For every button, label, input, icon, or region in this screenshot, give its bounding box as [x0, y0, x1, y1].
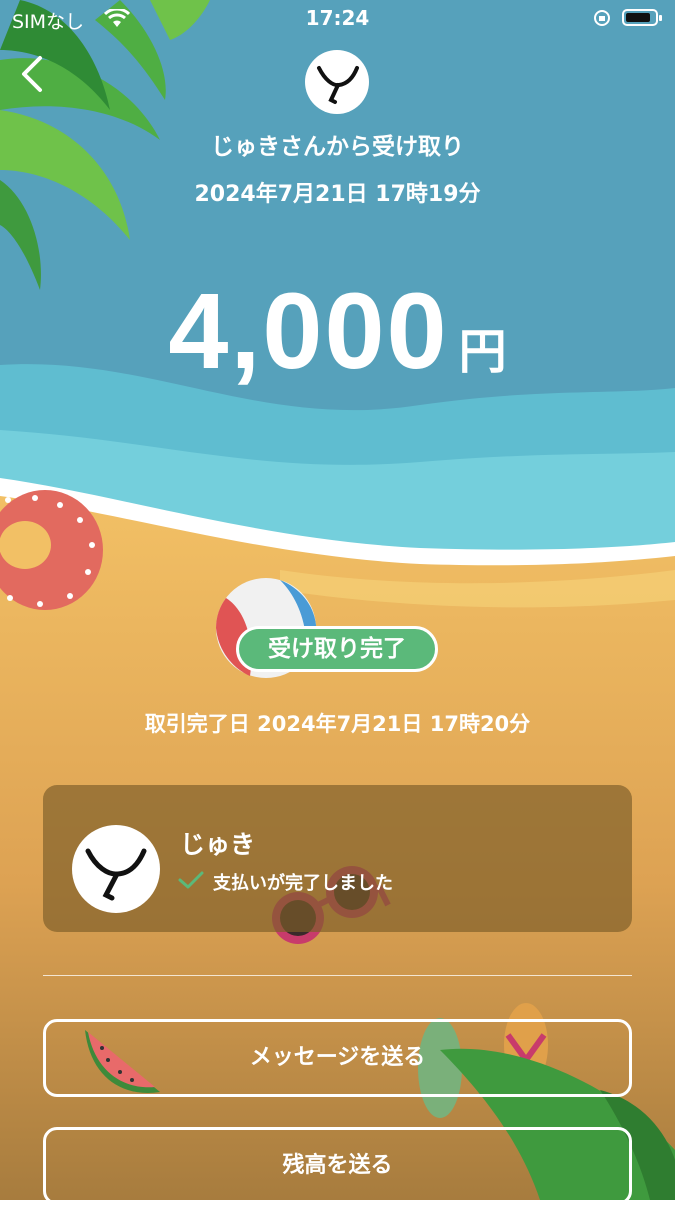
amount-display: 4,000 円 [0, 268, 675, 393]
payment-status-text: 支払いが完了しました [213, 873, 393, 894]
checkmark-icon [177, 869, 205, 895]
back-button[interactable] [14, 52, 54, 96]
currency-label: 円 [458, 324, 507, 380]
status-badge: 受け取り完了 [236, 626, 438, 672]
avatar [72, 825, 160, 913]
sender-avatar [305, 50, 369, 114]
orientation-lock-icon [592, 8, 612, 32]
user-avatar-icon [317, 66, 359, 104]
amount-value: 4,000 [168, 270, 449, 391]
chevron-left-icon [22, 56, 42, 92]
transaction-datetime: 2024年7月21日 17時19分 [194, 182, 481, 207]
user-name: じゅき [180, 830, 256, 859]
divider [43, 975, 632, 976]
send-message-button[interactable]: メッセージを送る [43, 1019, 632, 1097]
user-avatar-icon [85, 848, 147, 901]
page-title: じゅきさんから受け取り [211, 134, 464, 160]
battery-icon [622, 9, 662, 26]
completed-date: 取引完了日 2024年7月21日 17時20分 [144, 712, 531, 736]
send-balance-button[interactable]: 残高を送る [43, 1127, 632, 1205]
clock: 17:24 [305, 6, 370, 30]
status-bar: SIMなし 17:24 [0, 0, 675, 38]
user-card[interactable]: じゅき 支払いが完了しました [43, 785, 632, 932]
